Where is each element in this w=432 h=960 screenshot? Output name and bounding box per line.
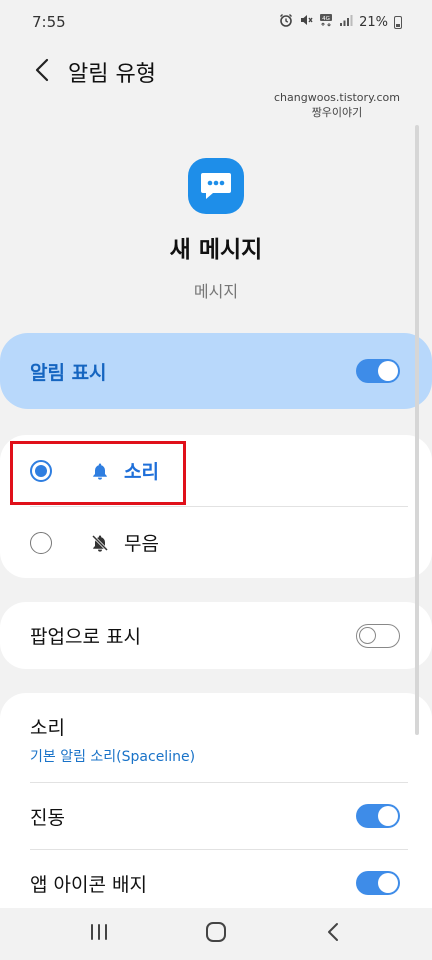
show-notifications-row[interactable]: 알림 표시 bbox=[0, 333, 432, 409]
battery-level: 21% bbox=[359, 14, 388, 30]
channel-title: 새 메시지 bbox=[169, 237, 263, 263]
svg-text:4G: 4G bbox=[322, 16, 330, 22]
popup-toggle[interactable] bbox=[356, 623, 400, 648]
home-icon bbox=[205, 921, 227, 947]
nav-back-button[interactable] bbox=[308, 914, 358, 954]
back-button[interactable] bbox=[22, 52, 62, 92]
home-button[interactable] bbox=[191, 914, 241, 954]
option-silent[interactable]: 무음 bbox=[0, 507, 432, 578]
recent-apps-button[interactable] bbox=[74, 914, 124, 954]
status-time: 7:55 bbox=[32, 13, 66, 31]
volte-icon: 4G bbox=[319, 13, 333, 31]
sound-radio[interactable] bbox=[30, 459, 52, 482]
show-notifications-label: 알림 표시 bbox=[30, 361, 107, 384]
alert-type-card: 소리 무음 bbox=[0, 435, 432, 578]
toggle-knob bbox=[378, 873, 398, 893]
chevron-left-icon bbox=[35, 58, 49, 86]
battery-icon bbox=[394, 15, 402, 29]
app-bar: 알림 유형 bbox=[0, 50, 432, 94]
sound-setting-value: 기본 알림 소리(Spaceline) bbox=[30, 749, 196, 765]
back-arrow-icon bbox=[327, 922, 339, 946]
toggle-knob bbox=[378, 361, 398, 381]
channel-subtitle: 메시지 bbox=[193, 282, 239, 301]
popup-label: 팝업으로 표시 bbox=[30, 626, 141, 648]
signal-icon bbox=[339, 13, 353, 31]
alarm-icon bbox=[279, 13, 293, 31]
sound-setting-label: 소리 bbox=[30, 717, 65, 739]
vibration-toggle[interactable] bbox=[356, 804, 400, 828]
bell-off-icon bbox=[90, 533, 110, 553]
vibration-label: 진동 bbox=[30, 806, 65, 829]
option-sound-label: 소리 bbox=[124, 461, 159, 483]
watermark: changwoos.tistory.com 짱우이야기 bbox=[274, 90, 400, 120]
watermark-url: changwoos.tistory.com bbox=[274, 91, 400, 104]
option-silent-label: 무음 bbox=[124, 533, 159, 555]
messages-app-icon bbox=[188, 158, 244, 214]
silent-radio[interactable] bbox=[30, 531, 52, 554]
badge-row[interactable]: 앱 아이콘 배지 bbox=[0, 850, 432, 908]
recents-icon bbox=[89, 923, 109, 945]
status-icons: 4G 21% bbox=[279, 13, 402, 31]
mute-icon bbox=[299, 13, 313, 31]
settings-card: 소리 기본 알림 소리(Spaceline) 진동 앱 아이콘 배지 bbox=[0, 693, 432, 908]
watermark-name: 짱우이야기 bbox=[311, 106, 363, 119]
status-bar: 7:55 4G 21% bbox=[0, 0, 432, 44]
toggle-knob bbox=[378, 806, 398, 826]
bell-icon bbox=[90, 461, 110, 481]
badge-label: 앱 아이콘 배지 bbox=[30, 873, 147, 896]
option-sound[interactable]: 소리 bbox=[0, 435, 432, 506]
toggle-knob bbox=[359, 626, 376, 644]
vibration-row[interactable]: 진동 bbox=[0, 783, 432, 849]
show-notifications-toggle[interactable] bbox=[356, 359, 400, 383]
sound-setting-row[interactable]: 소리 기본 알림 소리(Spaceline) bbox=[0, 713, 432, 773]
navigation-bar bbox=[0, 908, 432, 960]
page-title: 알림 유형 bbox=[68, 62, 156, 87]
badge-toggle[interactable] bbox=[356, 871, 400, 895]
popup-row[interactable]: 팝업으로 표시 bbox=[0, 602, 432, 669]
channel-header: 새 메시지 메시지 bbox=[0, 158, 432, 302]
scrollbar[interactable] bbox=[415, 125, 419, 735]
